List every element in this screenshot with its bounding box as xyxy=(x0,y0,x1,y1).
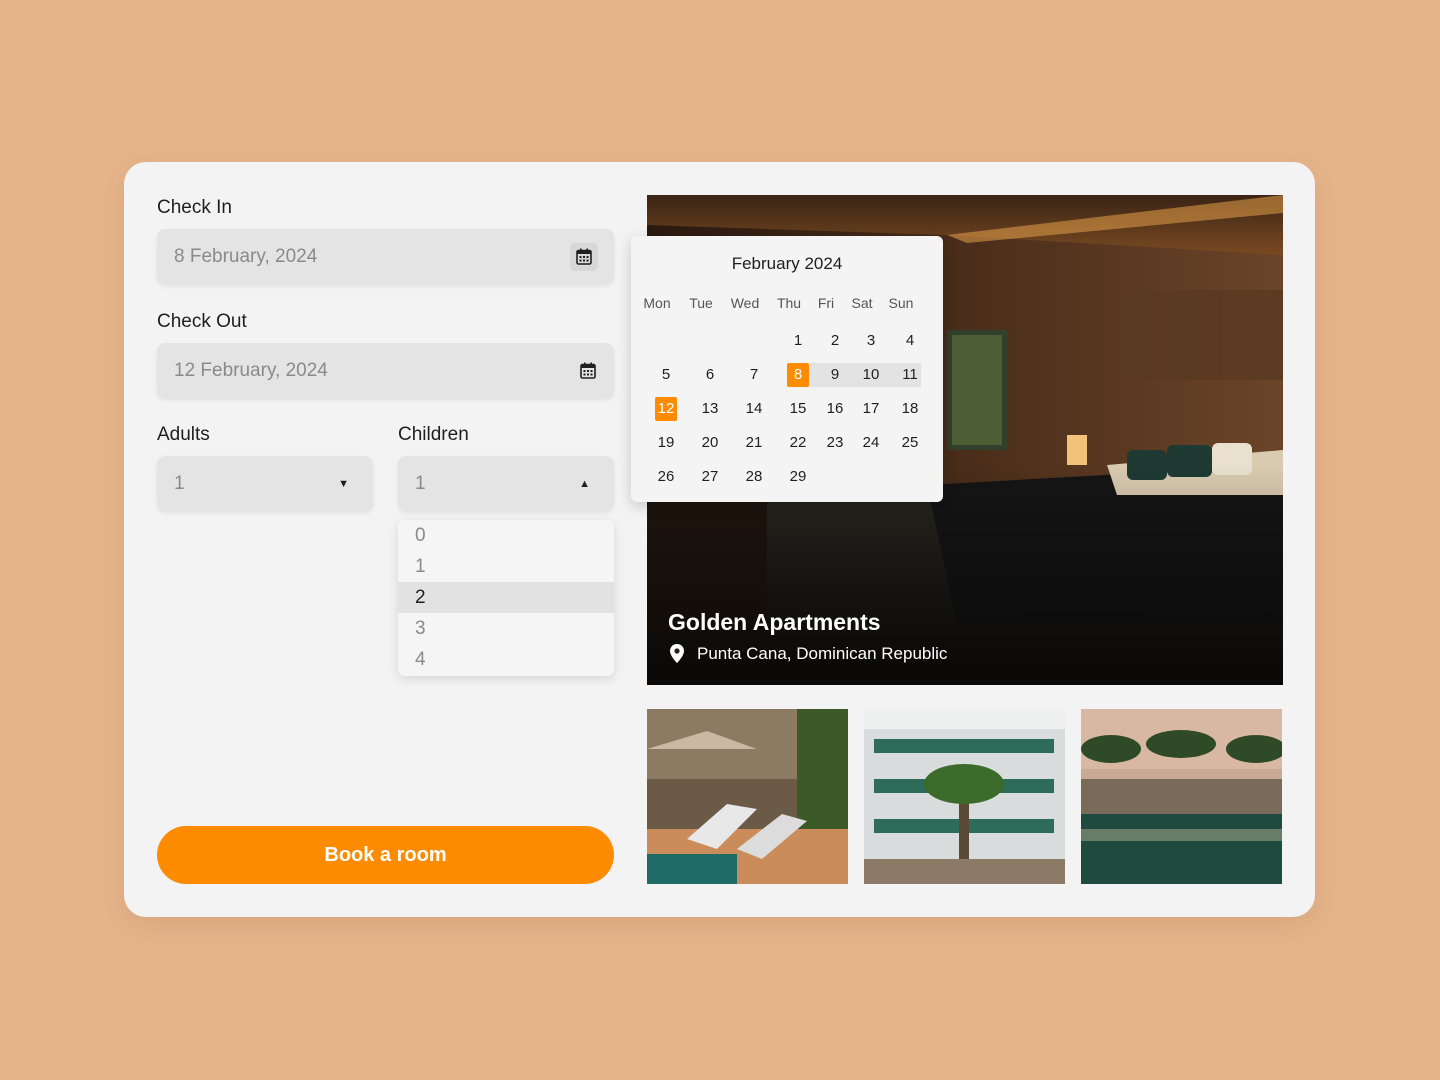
calendar-day[interactable]: 16 xyxy=(815,398,855,420)
check-out-field[interactable]: 12 February, 2024 xyxy=(157,343,614,398)
calendar-day[interactable]: 5 xyxy=(646,364,686,386)
thumbnail-resort-pool[interactable] xyxy=(1081,709,1282,884)
children-label: Children xyxy=(398,424,469,445)
calendar-day[interactable]: 21 xyxy=(734,432,774,454)
children-option[interactable]: 3 xyxy=(398,613,614,644)
calendar-day[interactable]: 19 xyxy=(646,432,686,454)
calendar-day[interactable]: 22 xyxy=(778,432,818,454)
children-dropdown: 0 1 2 3 4 xyxy=(398,520,614,676)
calendar-weekday: Fri xyxy=(817,295,835,311)
calendar-day[interactable]: 26 xyxy=(646,466,686,488)
calendar-icon[interactable] xyxy=(574,357,602,385)
calendar-day[interactable]: 28 xyxy=(734,466,774,488)
adults-select[interactable]: 1 ▼ xyxy=(157,456,373,511)
calendar-weekday: Mon xyxy=(643,295,671,311)
calendar-day[interactable]: 29 xyxy=(778,466,818,488)
calendar-day[interactable]: 2 xyxy=(815,330,855,352)
children-option[interactable]: 4 xyxy=(398,644,614,675)
children-option-highlighted[interactable]: 2 xyxy=(398,582,614,613)
calendar-month-title: February 2024 xyxy=(731,254,843,273)
calendar-weekday: Tue xyxy=(689,295,713,311)
calendar-weekday: Thu xyxy=(776,295,802,311)
caret-up-icon: ▲ xyxy=(579,477,590,490)
calendar-day[interactable]: 15 xyxy=(778,398,818,420)
hotel-name: Golden Apartments xyxy=(668,609,881,635)
calendar-weekday: Sun xyxy=(888,295,914,311)
date-picker-popup: February 2024 Mon Tue Wed Thu Fri Sat Sun 1 2 3 4 5… xyxy=(631,236,943,502)
calendar-day[interactable]: 14 xyxy=(734,398,774,420)
children-option[interactable]: 0 xyxy=(398,520,614,551)
calendar-day[interactable]: 12 xyxy=(646,398,686,420)
children-select[interactable]: 1 ▲ xyxy=(398,456,614,511)
calendar-day[interactable]: 18 xyxy=(890,398,930,420)
calendar-weekday: Wed xyxy=(730,295,760,311)
book-room-button[interactable]: Book a room xyxy=(157,826,614,884)
calendar-day[interactable]: 20 xyxy=(690,432,730,454)
calendar-day[interactable]: 3 xyxy=(851,330,891,352)
calendar-day[interactable]: 27 xyxy=(690,466,730,488)
calendar-weekday: Sat xyxy=(851,295,873,311)
calendar-day[interactable]: 25 xyxy=(890,432,930,454)
calendar-day[interactable]: 10 xyxy=(851,364,891,386)
calendar-day[interactable]: 4 xyxy=(890,330,930,352)
check-in-value: 8 February, 2024 xyxy=(174,245,318,267)
calendar-day[interactable]: 13 xyxy=(690,398,730,420)
hotel-location: Punta Cana, Dominican Republic xyxy=(697,644,948,663)
location-pin-icon xyxy=(670,644,684,663)
adults-label: Adults xyxy=(157,424,210,445)
thumbnail-hotel-building[interactable] xyxy=(864,709,1065,884)
check-out-value: 12 February, 2024 xyxy=(174,359,328,381)
calendar-icon[interactable] xyxy=(570,242,598,271)
caret-down-icon: ▼ xyxy=(338,477,349,490)
calendar-day[interactable]: 23 xyxy=(815,432,855,454)
thumbnail-pool-loungers[interactable] xyxy=(647,709,848,884)
calendar-day[interactable]: 11 xyxy=(890,364,930,386)
calendar-day[interactable]: 24 xyxy=(851,432,891,454)
check-in-label: Check In xyxy=(157,197,232,218)
check-out-label: Check Out xyxy=(157,311,247,332)
calendar-day[interactable]: 6 xyxy=(690,364,730,386)
calendar-day[interactable]: 7 xyxy=(734,364,774,386)
adults-value: 1 xyxy=(174,472,185,494)
children-option[interactable]: 1 xyxy=(398,551,614,582)
calendar-day[interactable]: 1 xyxy=(778,330,818,352)
calendar-day[interactable]: 17 xyxy=(851,398,891,420)
children-value: 1 xyxy=(415,472,426,494)
check-in-field[interactable]: 8 February, 2024 xyxy=(157,229,614,284)
calendar-day[interactable]: 9 xyxy=(815,364,855,386)
calendar-day[interactable]: 8 xyxy=(778,364,818,386)
